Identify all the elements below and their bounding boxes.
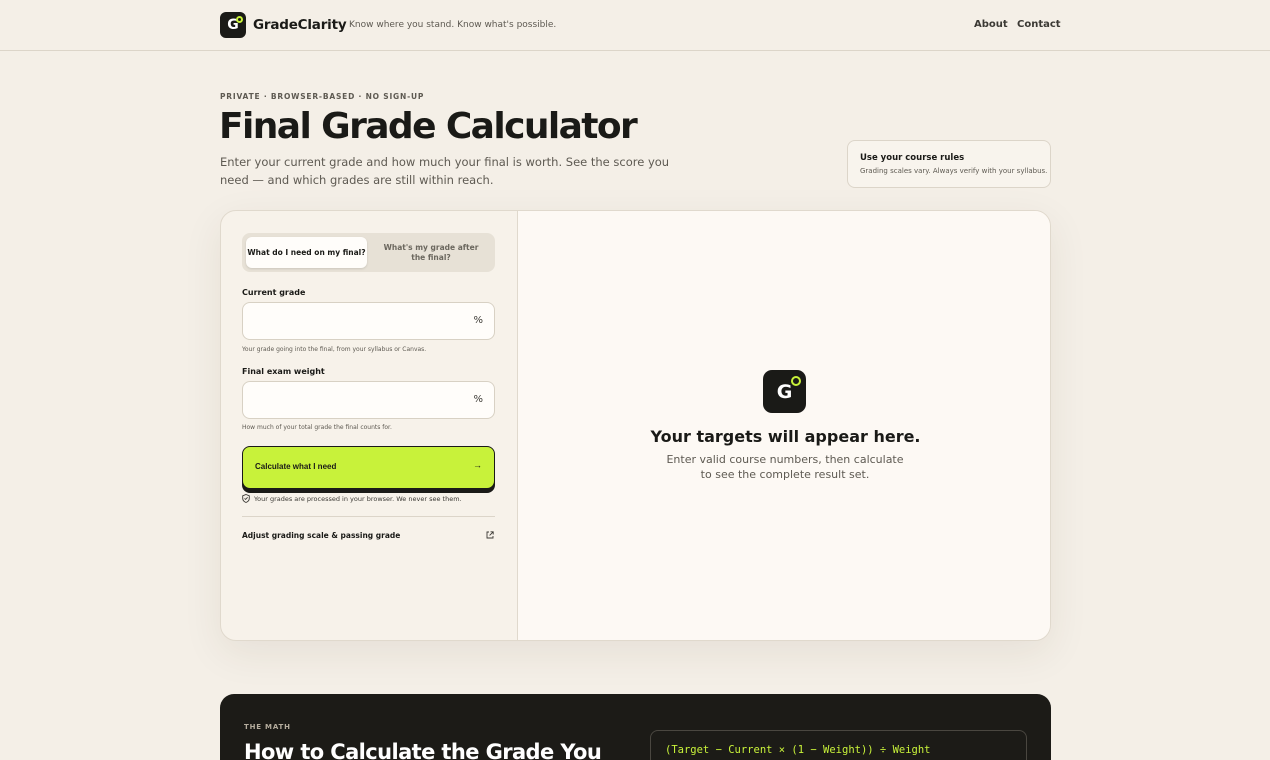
nav-contact-link[interactable]: Contact <box>1017 19 1061 30</box>
formula-text: (Target − Current × (1 − Weight)) ÷ Weig… <box>665 744 931 756</box>
course-rules-card: Use your course rules Grading scales var… <box>847 140 1051 188</box>
math-section: THE MATH How to Calculate the Grade You … <box>220 694 1051 760</box>
form-divider <box>242 516 495 517</box>
results-empty-title: Your targets will appear here. <box>650 427 921 446</box>
calculate-button-label: Calculate what I need <box>255 462 337 471</box>
external-link-icon[interactable] <box>486 531 494 539</box>
hero-eyebrow: PRIVATE · BROWSER-BASED · NO SIGN-UP <box>220 92 425 101</box>
final-weight-unit: % <box>473 394 483 405</box>
site-header: G GradeClarity Know where you stand. Kno… <box>0 0 1270 51</box>
hero-subtitle: Enter your current grade and how much yo… <box>220 155 670 187</box>
final-weight-help: How much of your total grade the final c… <box>242 424 392 431</box>
calculate-button[interactable]: Calculate what I need → <box>242 446 495 489</box>
results-panel: G Your targets will appear here. Enter v… <box>517 211 1050 640</box>
current-grade-input[interactable] <box>243 303 463 339</box>
formula-box: (Target − Current × (1 − Weight)) ÷ Weig… <box>650 730 1027 760</box>
arrow-right-icon: → <box>473 460 482 470</box>
results-empty-text: Enter valid course numbers, then calcula… <box>666 453 904 481</box>
tab-grade-after-final[interactable]: What's my grade after the final? <box>371 237 491 268</box>
math-eyebrow: THE MATH <box>244 723 291 731</box>
final-weight-input[interactable] <box>243 382 463 418</box>
mode-tabs: What do I need on my final? What's my gr… <box>242 233 495 272</box>
page-title: Final Grade Calculator <box>219 106 638 147</box>
math-title: How to Calculate the Grade You <box>244 740 602 760</box>
current-grade-label: Current grade <box>242 288 306 297</box>
adjust-scale-link[interactable]: Adjust grading scale & passing grade <box>242 531 400 540</box>
tab-need-on-final[interactable]: What do I need on my final? <box>246 237 367 268</box>
calculator-card: What do I need on my final? What's my gr… <box>220 210 1051 641</box>
privacy-text: Your grades are processed in your browse… <box>254 494 462 503</box>
final-weight-field: % <box>242 381 495 419</box>
final-weight-label: Final exam weight <box>242 367 325 376</box>
course-rules-title: Use your course rules <box>860 153 965 163</box>
current-grade-unit: % <box>473 315 483 326</box>
calculator-form: What do I need on my final? What's my gr… <box>221 211 517 640</box>
tagline: Know where you stand. Know what's possib… <box>349 20 557 30</box>
current-grade-help: Your grade going into the final, from yo… <box>242 346 427 353</box>
logo-icon[interactable]: G <box>220 12 246 38</box>
brand-name[interactable]: GradeClarity <box>253 17 347 33</box>
privacy-note: Your grades are processed in your browse… <box>242 494 462 503</box>
results-logo-letter: G <box>776 380 793 403</box>
logo-dot <box>236 16 243 23</box>
current-grade-field: % <box>242 302 495 340</box>
course-rules-note: Grading scales vary. Always verify with … <box>860 167 1048 175</box>
results-logo-dot <box>791 376 801 386</box>
results-logo-icon: G <box>763 370 806 413</box>
shield-check-icon <box>242 494 250 503</box>
nav-about-link[interactable]: About <box>974 19 1008 30</box>
